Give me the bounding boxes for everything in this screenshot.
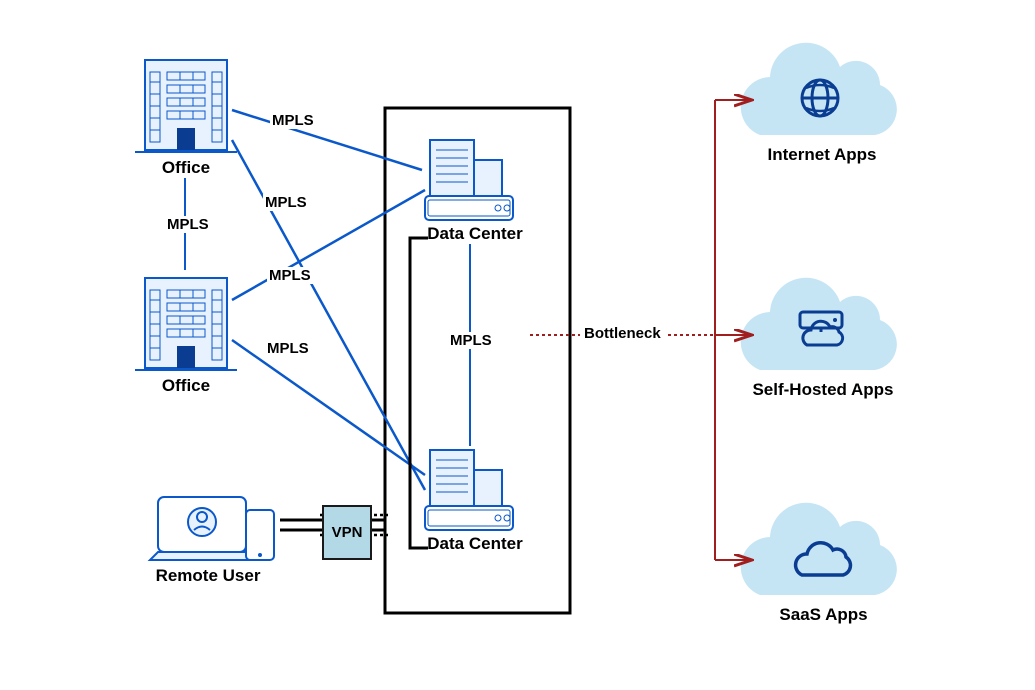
mpls-label: MPLS [270,112,316,129]
internet-apps-label: Internet Apps [762,145,882,165]
office-building-icon [135,60,237,152]
saas-apps-label: SaaS Apps [776,605,871,625]
datacenter2-label: Data Center [420,534,530,554]
mpls-link [232,190,425,300]
mpls-label: MPLS [263,194,309,211]
selfhosted-apps-label: Self-Hosted Apps [748,380,898,400]
vpn-box: VPN [322,505,372,560]
vpn-label: VPN [332,524,363,541]
bottleneck-label: Bottleneck [580,325,665,342]
office-building-icon [135,278,237,370]
remote-user-icon [150,497,274,560]
office1-label: Office [158,158,214,178]
office2-label: Office [158,376,214,396]
dc-bracket [410,238,428,548]
mpls-link [232,340,425,475]
cloud-saas-icon [741,503,897,595]
remote-user-label: Remote User [148,566,268,586]
datacenter1-label: Data Center [420,224,530,244]
mpls-label: MPLS [267,267,313,284]
cloud-internet-icon [741,43,897,135]
mpls-link [232,110,422,170]
cloud-selfhosted-icon [741,278,897,370]
mpls-label: MPLS [165,216,211,233]
mpls-link [232,140,425,490]
datacenter-icon [425,140,513,220]
mpls-label: MPLS [265,340,311,357]
datacenter-icon [425,450,513,530]
mpls-label: MPLS [448,332,494,349]
